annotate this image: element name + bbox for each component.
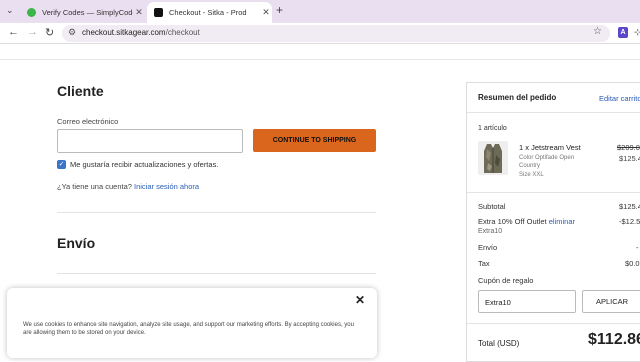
tax-label: Tax	[478, 259, 490, 268]
toolbar: ← → ↻ ⚙ checkout.sitkagear.com/checkout …	[0, 23, 640, 44]
remove-discount-link[interactable]: eliminar	[549, 217, 575, 226]
section-divider	[57, 273, 376, 274]
checkout-page: Cliente Correo electrónico CONTINUE TO S…	[0, 45, 640, 362]
shipping-value: -	[636, 243, 639, 252]
subtotal-label: Subtotal	[478, 202, 506, 211]
bookmark-star-icon[interactable]: ☆	[593, 26, 602, 37]
back-arrow-icon[interactable]: ←	[8, 26, 19, 38]
summary-divider	[467, 192, 640, 193]
newsletter-label: Me gustaría recibir actualizaciones y of…	[70, 160, 219, 169]
account-prompt: ¿Ya tiene una cuenta? Iniciar sesión aho…	[57, 182, 200, 191]
close-tab-icon[interactable]: ✕	[260, 7, 272, 18]
continue-to-shipping-button[interactable]: CONTINUE TO SHIPPING	[253, 129, 376, 152]
puzzle-extensions-icon[interactable]: ⊹	[634, 27, 640, 38]
order-summary-title: Resumen del pedido	[478, 93, 557, 102]
total-label: Total (USD)	[478, 339, 520, 348]
discount-row: Extra 10% Off Outlet eliminar	[478, 217, 575, 226]
tab-title: Verify Codes — SimplyCodes	[42, 8, 133, 17]
close-tab-icon[interactable]: ✕	[133, 7, 145, 18]
discount-label: Extra 10% Off Outlet	[478, 217, 547, 226]
reload-icon[interactable]: ↻	[45, 26, 54, 39]
tab-verify-codes[interactable]: Verify Codes — SimplyCodes ✕	[20, 2, 145, 23]
discount-value: -$12.5	[619, 217, 640, 226]
new-tab-icon[interactable]: +	[276, 3, 283, 17]
summary-divider	[467, 323, 640, 324]
product-thumbnail	[478, 141, 508, 175]
product-name: 1 x Jetstream Vest	[519, 143, 581, 152]
close-icon[interactable]: ✕	[355, 293, 365, 307]
total-value: $112.86	[588, 331, 640, 348]
tab-title: Checkout - Sitka - Prod	[169, 8, 247, 17]
address-bar[interactable]: ⚙ checkout.sitkagear.com/checkout ☆	[62, 25, 610, 42]
tab-search-icon[interactable]: ⌄	[6, 5, 14, 16]
edit-cart-link[interactable]: Editar carrito	[599, 94, 640, 103]
coupon-input[interactable]: Extra10	[478, 290, 576, 313]
product-original-price: $209.00	[617, 143, 640, 152]
tab-strip: ⌄ Verify Codes — SimplyCodes ✕ Checkout …	[0, 0, 640, 23]
subtotal-value: $125.4	[619, 202, 640, 211]
item-count: 1 artículo	[478, 125, 507, 132]
shipping-label: Envío	[478, 243, 498, 252]
simplycodes-favicon-icon	[27, 8, 36, 17]
product-size: Size XXL	[519, 172, 544, 178]
section-divider	[57, 212, 376, 213]
product-color: Color Optifade Open Country	[519, 155, 575, 169]
extension-icon[interactable]: A	[618, 27, 628, 38]
forward-arrow-icon[interactable]: →	[27, 26, 38, 38]
sitka-favicon-icon	[154, 8, 163, 17]
product-sale-price: $125.4	[619, 154, 640, 163]
customer-heading: Cliente	[57, 83, 104, 99]
site-info-icon[interactable]: ⚙	[68, 27, 76, 38]
url-text[interactable]: checkout.sitkagear.com/checkout	[82, 28, 200, 37]
discount-code: Extra10	[478, 228, 503, 235]
newsletter-checkbox[interactable]: ✓	[57, 160, 66, 169]
login-link[interactable]: Iniciar sesión ahora	[134, 182, 199, 191]
tax-value: $0.0	[625, 259, 640, 268]
cookie-text: We use cookies to enhance site navigatio…	[23, 322, 354, 336]
email-field[interactable]	[57, 129, 243, 153]
gift-coupon-label: Cupón de regalo	[478, 276, 534, 285]
shipping-heading: Envío	[57, 235, 96, 251]
header-divider	[0, 59, 640, 60]
tab-checkout[interactable]: Checkout - Sitka - Prod ✕	[147, 2, 272, 23]
apply-coupon-button[interactable]: APLICAR	[582, 290, 640, 313]
summary-divider	[467, 112, 640, 113]
email-label: Correo electrónico	[57, 117, 119, 126]
